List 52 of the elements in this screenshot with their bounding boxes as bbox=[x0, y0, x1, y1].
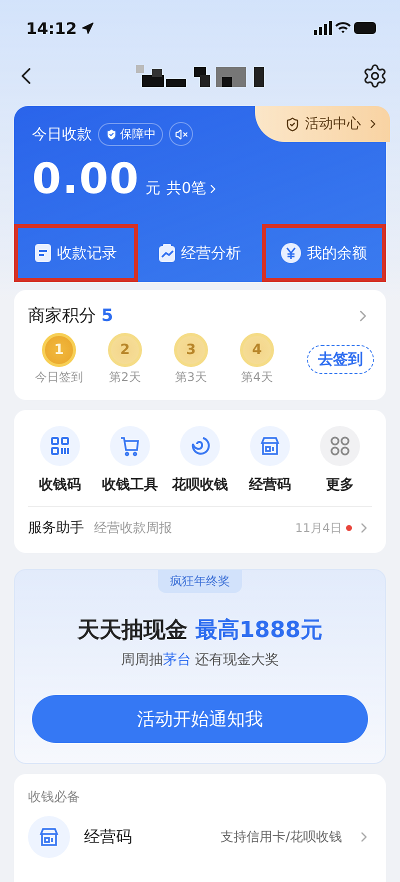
transaction-count-link[interactable]: 共0笔 bbox=[166, 179, 220, 198]
coin-icon: 2 bbox=[108, 333, 142, 367]
day-label: 第4天 bbox=[241, 369, 273, 386]
coin-icon: 3 bbox=[174, 333, 208, 367]
activity-center-link[interactable]: 活动中心 bbox=[255, 106, 390, 142]
today-income-label: 今日收款 bbox=[32, 124, 92, 144]
day-label: 第3天 bbox=[175, 369, 207, 386]
location-icon bbox=[80, 22, 94, 34]
swirl-icon bbox=[189, 435, 211, 457]
day-label: 第2天 bbox=[109, 369, 141, 386]
card-action-button[interactable]: 收款记录 bbox=[14, 224, 138, 282]
tool-item[interactable]: 收钱码 bbox=[28, 426, 92, 494]
points-title: 商家积分 5 bbox=[28, 305, 114, 327]
tool-item[interactable]: 经营码 bbox=[238, 426, 302, 494]
tool-item[interactable]: 花呗收钱 bbox=[168, 426, 232, 494]
card-action-button[interactable]: 我的余额 bbox=[262, 224, 386, 282]
clipboard-chart-icon bbox=[159, 244, 175, 262]
shield-icon bbox=[285, 116, 300, 132]
essential-name: 经营码 bbox=[84, 826, 132, 848]
storefront-icon bbox=[38, 826, 60, 848]
protection-badge: 保障中 bbox=[98, 122, 163, 146]
yuan-coin-icon bbox=[281, 243, 301, 263]
essentials-title: 收钱必备 bbox=[27, 789, 81, 807]
notify-button[interactable]: 活动开始通知我 bbox=[32, 695, 368, 743]
tool-item[interactable]: 收钱工具 bbox=[98, 426, 162, 494]
assistant-date: 11月4日 bbox=[295, 520, 342, 536]
promo-headline: 天天抽现金 bbox=[77, 617, 188, 645]
currency-unit: 元 bbox=[146, 179, 161, 198]
storefront-icon bbox=[259, 435, 281, 457]
shield-icon bbox=[105, 128, 118, 140]
income-amount: 0.00 bbox=[32, 154, 140, 203]
cart-icon bbox=[119, 435, 141, 457]
coin-icon: 4 bbox=[240, 333, 274, 367]
status-indicators-icon bbox=[314, 21, 378, 35]
promo-highlight: 最高1888元 bbox=[195, 616, 323, 645]
card-action-button[interactable]: 经营分析 bbox=[138, 224, 262, 282]
assistant-subtitle: 经营收款周报 bbox=[94, 520, 172, 537]
qr-code-icon bbox=[50, 436, 70, 456]
sound-toggle[interactable] bbox=[169, 122, 193, 146]
day-label: 今日签到 bbox=[35, 369, 83, 386]
promo-tag: 疯狂年终奖 bbox=[158, 570, 242, 593]
essential-note: 支持信用卡/花呗收钱 bbox=[220, 829, 342, 846]
document-icon bbox=[35, 244, 51, 262]
settings-icon[interactable] bbox=[362, 63, 388, 89]
more-icon bbox=[329, 435, 351, 457]
assistant-title: 服务助手 bbox=[28, 519, 84, 537]
status-time: 14:12 bbox=[26, 18, 94, 38]
tool-item[interactable]: 更多 bbox=[308, 426, 372, 494]
check-in-button[interactable]: 去签到 bbox=[307, 345, 374, 374]
promo-subline: 周周抽茅台 还有现金大奖 bbox=[120, 651, 280, 669]
coin-icon: 1 bbox=[42, 333, 76, 367]
muted-speaker-icon bbox=[174, 128, 188, 140]
